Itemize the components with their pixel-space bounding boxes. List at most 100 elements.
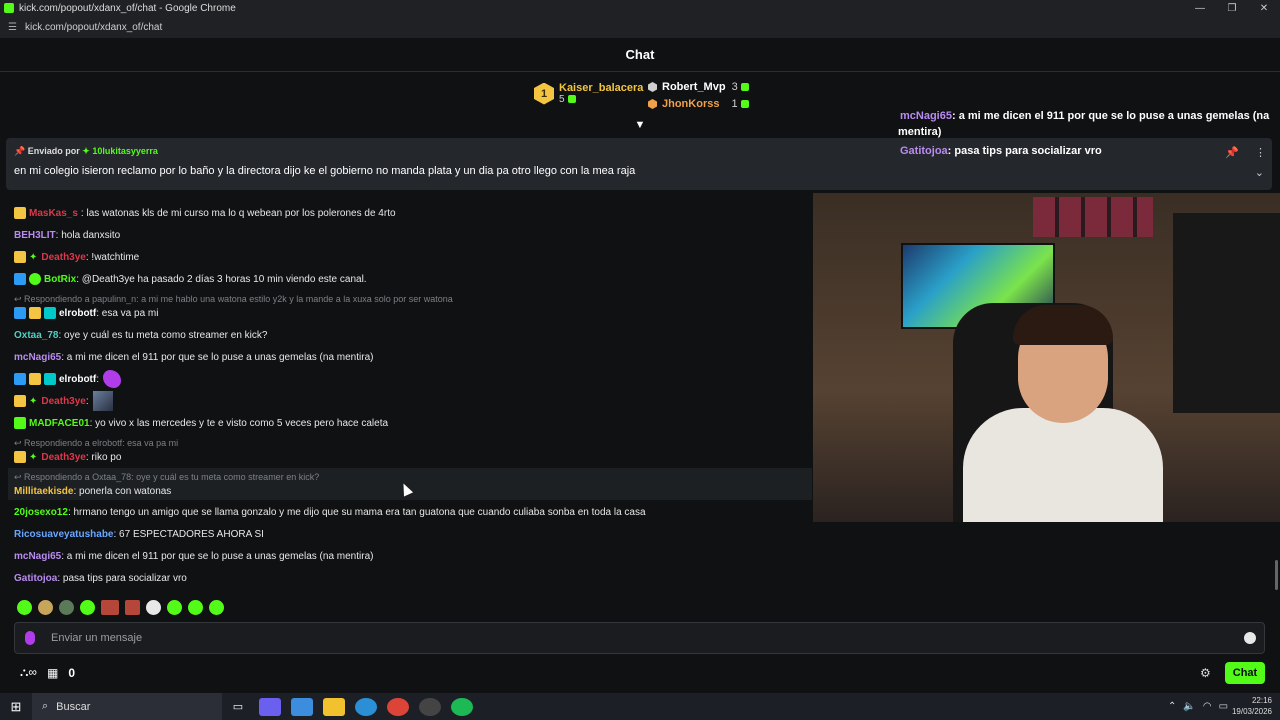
chat-message[interactable]: elrobotf: esa va pa mi [14, 306, 158, 320]
emote-icon[interactable] [59, 600, 74, 615]
file-explorer-icon[interactable] [323, 697, 345, 716]
crown-badge-icon [29, 373, 41, 385]
leaderboard-second[interactable]: Robert_Mvp 3 [648, 81, 749, 93]
sub-badge-icon: ✦ [82, 146, 90, 156]
emote-icon[interactable] [38, 600, 53, 615]
chat-bottom-bar: ⛬∞ ▦ 0 ⚙ Chat [0, 660, 1280, 686]
speaker-icon[interactable]: 🔈 [1183, 701, 1195, 712]
system-tray[interactable]: ⌃ 🔈 ◠ ▭ [1168, 701, 1228, 712]
mic-icon[interactable] [25, 631, 35, 645]
address-bar[interactable]: ☰ kick.com/popout/xdanx_of/chat [0, 16, 1280, 38]
copilot-icon[interactable] [259, 697, 281, 716]
emote-icon[interactable] [146, 600, 161, 615]
sub-badge-icon: ✦ [29, 451, 38, 463]
chat-message[interactable]: ✦ Death3ye: riko po [14, 450, 121, 464]
image-emote-icon [92, 391, 113, 411]
rank-three-icon [648, 99, 657, 109]
bot-badge-icon [14, 307, 26, 319]
pinned-label: 📌 Enviado por ✦ 10lukitasyyerra [14, 146, 158, 157]
restore-icon[interactable]: ❐ [1216, 0, 1248, 16]
clock[interactable]: 22:16 19/03/2026 [1232, 695, 1272, 717]
streamer-body [963, 408, 1163, 522]
rank-two-icon [648, 82, 657, 92]
minimize-icon[interactable]: — [1184, 0, 1216, 16]
pin-icon: 📌 [14, 146, 26, 156]
chat-message[interactable]: Oxtaa_78: oye y cuál es tu meta como str… [14, 328, 267, 342]
emote-icon[interactable] [101, 600, 119, 615]
chat-message-list[interactable]: MasKas_s: las watonas kls de mi curso ma… [0, 190, 812, 590]
search-icon: ⌕ [42, 700, 49, 712]
emote-icon[interactable] [188, 600, 203, 615]
spotify-icon[interactable] [451, 697, 473, 716]
stream-video[interactable] [813, 193, 1280, 522]
overlay-message: mcNagi65: a mi me dicen el 911 por que s… [900, 110, 1270, 122]
pinned-user[interactable]: 10lukitasyyerra [92, 146, 158, 156]
chat-message[interactable]: MADFACE01: yo vivo x las mercedes y te e… [14, 416, 388, 430]
og-badge-icon [44, 373, 56, 385]
emote-icon[interactable] [209, 600, 224, 615]
wifi-icon[interactable]: ◠ [1203, 701, 1212, 712]
rank-one-badge-icon: 1 [534, 82, 554, 105]
sub-badge-icon: ✦ [29, 251, 38, 263]
message-input-box[interactable] [14, 622, 1265, 654]
emote-quick-bar[interactable] [17, 600, 224, 615]
chat-message[interactable]: BEH3LIT: hola danxsito [14, 228, 120, 242]
emote-icon[interactable] [17, 600, 32, 615]
channel-points-icon[interactable]: ⛬∞ [20, 665, 37, 680]
windows-start-icon[interactable]: ⊞ [0, 699, 32, 715]
og-badge-icon [44, 307, 56, 319]
send-chat-button[interactable]: Chat [1225, 662, 1265, 684]
store-icon[interactable]: ▦ [47, 666, 58, 680]
taskbar-search[interactable]: ⌕ Buscar [32, 693, 222, 720]
chat-header: Chat [0, 38, 1280, 72]
emote-icon[interactable] [167, 600, 182, 615]
url-text[interactable]: kick.com/popout/xdanx_of/chat [25, 22, 162, 33]
chat-message[interactable]: MasKas_s: las watonas kls de mi curso ma… [14, 206, 396, 220]
chat-message[interactable]: elrobotf: [14, 370, 121, 388]
edge-icon[interactable] [355, 697, 377, 716]
leaderboard-first[interactable]: 1 Kaiser_balacera 5 [534, 82, 643, 105]
chat-message[interactable]: BotRix: @Death3ye ha pasado 2 días 3 hor… [14, 272, 367, 286]
bot-badge-icon [14, 273, 26, 285]
chat-message[interactable]: Ricosuaveyatushabe: 67 ESPECTADORES AHOR… [14, 527, 264, 541]
chevron-up-icon[interactable]: ⌃ [1168, 701, 1176, 712]
close-icon[interactable]: ✕ [1248, 0, 1280, 16]
wall-posters [1033, 197, 1153, 237]
emote-icon[interactable] [125, 600, 140, 615]
chat-message[interactable]: ✦ Death3ye: [14, 391, 113, 411]
expand-pinned-icon[interactable]: ⌄ [1255, 166, 1264, 179]
streamer-hair [1013, 305, 1113, 345]
chat-scrollbar[interactable] [1275, 560, 1278, 590]
leaderboard-third-count: 1 [731, 98, 738, 110]
emote-icon[interactable] [80, 600, 95, 615]
task-view-icon[interactable]: ▭ [227, 698, 249, 716]
emoji-picker-icon[interactable] [1244, 632, 1256, 644]
store-app-icon[interactable] [291, 697, 313, 716]
reply-context[interactable]: ↩ Respondiendo a elrobotf: esa va pa mi [14, 438, 178, 449]
collapse-leaderboard-icon[interactable]: ▼ [633, 120, 647, 131]
gift-icon [567, 95, 576, 104]
chat-message[interactable]: ✦ Death3ye: !watchtime [14, 250, 139, 264]
gift-icon [740, 100, 749, 108]
leaderboard-third[interactable]: JhonKorss 1 [648, 98, 749, 110]
crown-badge-icon [14, 251, 26, 263]
reply-context[interactable]: ↩ Respondiendo a Oxtaa_78: oye y cuál es… [14, 472, 319, 483]
crown-badge-icon [29, 307, 41, 319]
obs-icon[interactable] [419, 697, 441, 716]
gift-icon [740, 83, 749, 91]
settings-gear-icon[interactable]: ⚙ [1200, 666, 1211, 680]
site-settings-icon[interactable]: ☰ [8, 22, 17, 33]
pinned-label-prefix: Enviado por [27, 146, 80, 156]
chat-message[interactable]: Millitaekisde: ponerla con watonas [14, 484, 171, 498]
chat-message[interactable]: 20josexo12: hrmano tengo un amigo que se… [14, 505, 646, 519]
chat-message[interactable]: mcNagi65: a mi me dicen el 911 por que s… [14, 350, 373, 364]
chat-message[interactable]: mcNagi65: a mi me dicen el 911 por que s… [14, 549, 373, 563]
chat-message[interactable]: Gatitojoa: pasa tips para socializar vro [14, 571, 187, 585]
message-input[interactable] [51, 629, 1211, 647]
battery-icon[interactable]: ▭ [1219, 701, 1228, 712]
reply-context[interactable]: ↩ Respondiendo a papulinn_n: a mi me hab… [14, 294, 453, 305]
points-count: 0 [68, 665, 75, 680]
chrome-icon[interactable] [387, 697, 409, 716]
clock-time: 22:16 [1251, 696, 1272, 705]
sub-badge-icon: ✦ [29, 395, 38, 407]
